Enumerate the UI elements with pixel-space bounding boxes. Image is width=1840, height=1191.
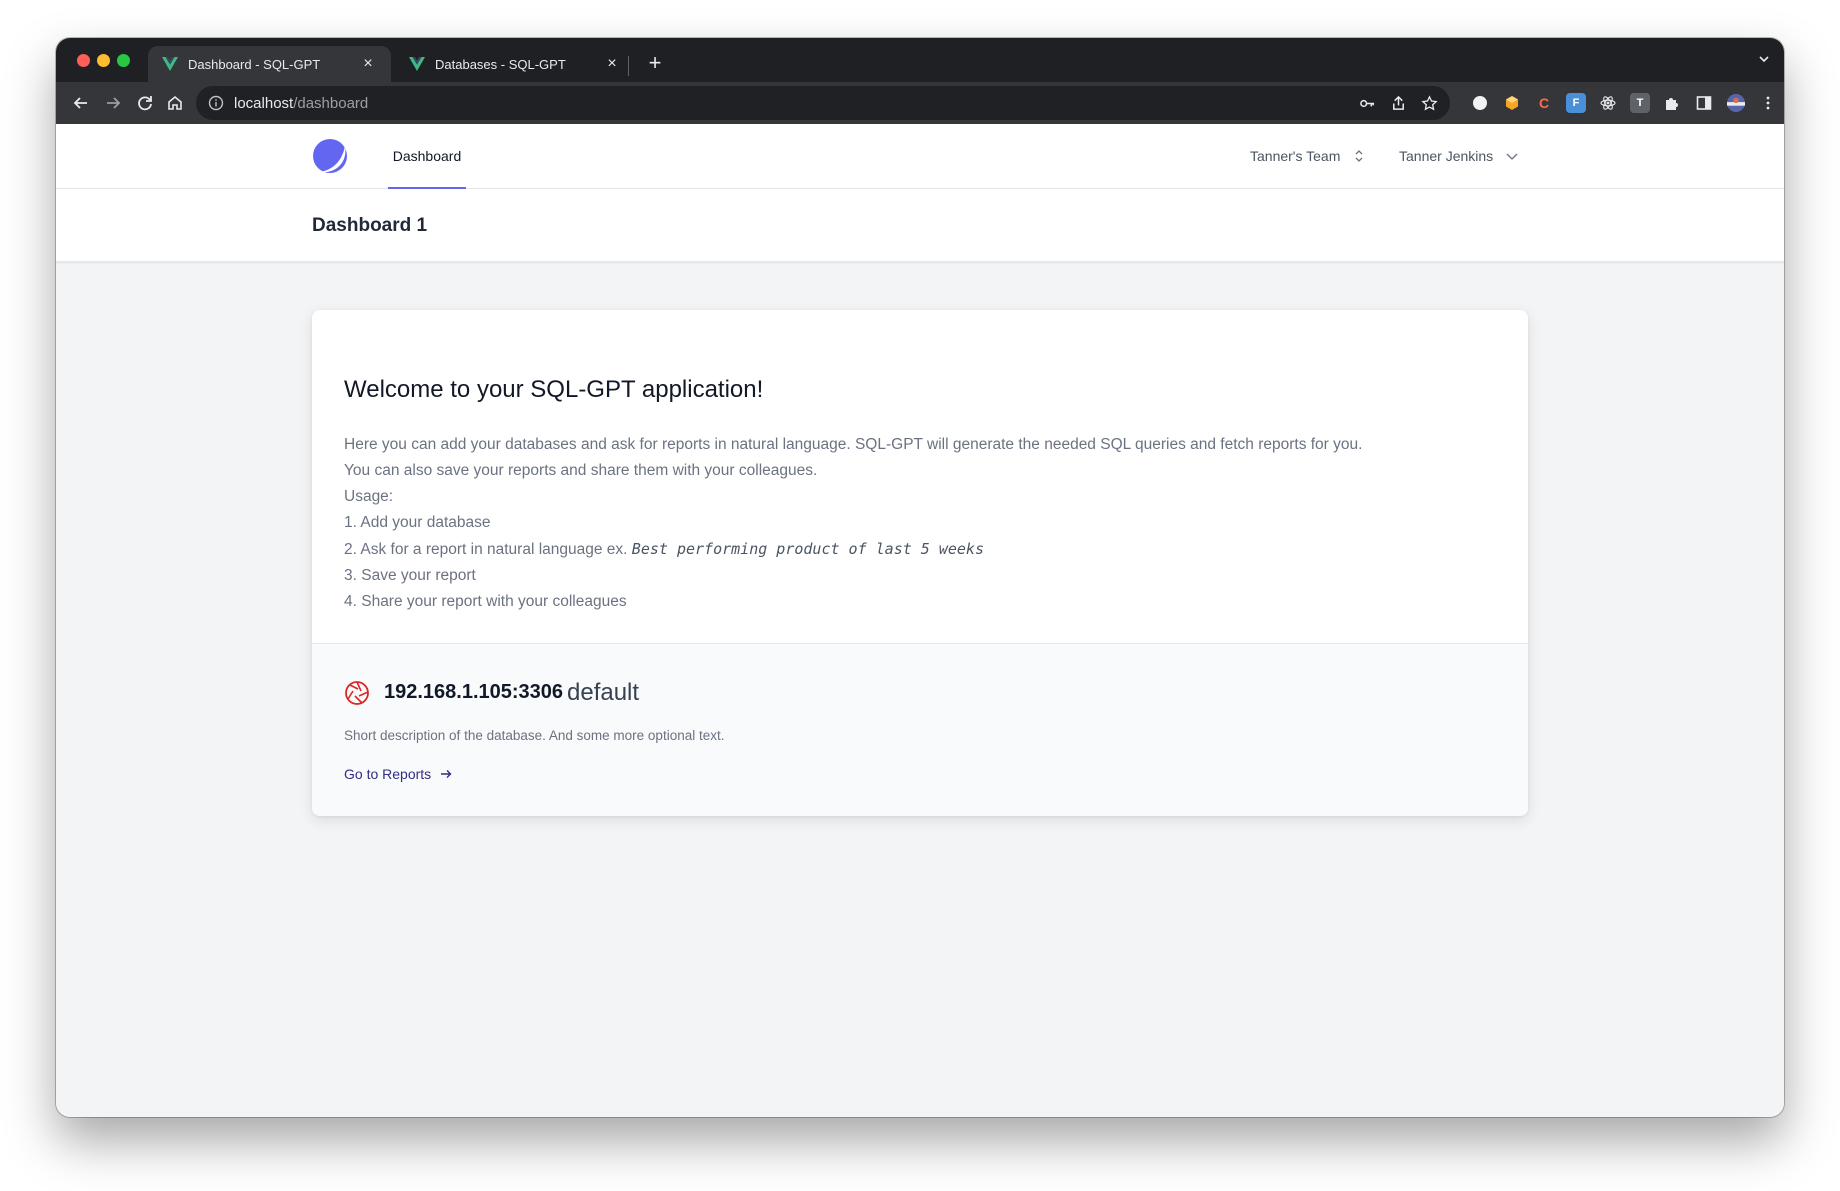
tab-search-button[interactable]: [1758, 52, 1770, 68]
share-icon[interactable]: [1390, 95, 1407, 112]
tab-title: Databases - SQL-GPT: [435, 56, 566, 72]
info-icon[interactable]: [208, 95, 224, 111]
chevron-down-icon: [1506, 153, 1518, 160]
address-bar-actions: [1359, 86, 1438, 120]
example-query: Best performing product of last 5 weeks: [631, 540, 984, 558]
nav-link-dashboard[interactable]: Dashboard: [388, 124, 466, 189]
url-path: /dashboard: [293, 94, 369, 112]
welcome-heading: Welcome to your SQL-GPT application!: [344, 376, 764, 403]
t-extension-icon[interactable]: T: [1630, 93, 1650, 113]
vue-logo-icon: [409, 57, 425, 71]
back-arrow-icon: [73, 97, 87, 109]
profile-avatar-icon[interactable]: [1726, 93, 1746, 113]
browser-tab-dashboard[interactable]: Dashboard - SQL-GPT ×: [148, 46, 391, 82]
usage-step-prefix: 2. Ask for a report in natural language …: [344, 541, 628, 558]
vue-logo-icon: [162, 57, 178, 71]
team-selector[interactable]: Tanner's Team: [1250, 148, 1366, 164]
app-logo-icon[interactable]: [312, 138, 348, 174]
database-description: Short description of the database. And s…: [344, 728, 725, 743]
tab-strip: Dashboard - SQL-GPT × Databases - SQL-GP…: [56, 38, 1784, 82]
browser-tab-databases[interactable]: Databases - SQL-GPT ×: [395, 46, 635, 82]
database-item: 192.168.1.105:3306 default Short descrip…: [312, 643, 1528, 816]
welcome-card: Welcome to your SQL-GPT application! Her…: [312, 310, 1528, 816]
tab-title: Dashboard - SQL-GPT: [188, 56, 321, 72]
go-to-reports-link[interactable]: Go to Reports: [344, 766, 453, 782]
intro-line: You can also save your reports and share…: [344, 462, 818, 479]
reload-button[interactable]: [132, 90, 158, 116]
close-tab-icon[interactable]: ×: [359, 55, 377, 73]
minimize-window-button[interactable]: [97, 54, 110, 67]
star-icon[interactable]: [1421, 94, 1438, 112]
circle-extension-icon[interactable]: [1470, 93, 1490, 113]
forward-button[interactable]: [100, 90, 126, 116]
browser-menu-icon[interactable]: [1758, 93, 1778, 113]
user-name: Tanner Jenkins: [1399, 148, 1494, 164]
user-menu[interactable]: Tanner Jenkins: [1399, 148, 1519, 164]
url-text: localhost/dashboard: [234, 95, 368, 112]
chevron-down-icon: [1759, 56, 1769, 63]
key-icon[interactable]: [1359, 95, 1376, 112]
address-bar[interactable]: localhost/dashboard: [196, 86, 1450, 120]
intro-text: Here you can add your databases and ask …: [344, 432, 1362, 615]
tab-separator: [628, 56, 629, 76]
database-host: 192.168.1.105:3306: [384, 681, 564, 703]
sidebar-toggle-icon[interactable]: [1694, 93, 1714, 113]
team-name: Tanner's Team: [1250, 148, 1341, 164]
maximize-window-button[interactable]: [117, 54, 130, 67]
usage-step: 1. Add your database: [344, 514, 491, 531]
browser-window: Dashboard - SQL-GPT × Databases - SQL-GP…: [56, 38, 1784, 1117]
close-tab-icon[interactable]: ×: [603, 55, 621, 73]
home-icon: [168, 95, 182, 110]
react-extension-icon[interactable]: [1598, 93, 1618, 113]
f-extension-icon[interactable]: F: [1566, 93, 1586, 113]
page-header: Dashboard 1: [56, 189, 1784, 262]
app-navbar: Dashboard Tanner's Team Tanner Jenkins: [56, 124, 1784, 189]
new-tab-button[interactable]: +: [641, 50, 669, 76]
package-extension-icon[interactable]: [1502, 93, 1522, 113]
intro-line: Here you can add your databases and ask …: [344, 436, 1363, 453]
usage-step: 4. Share your report with your colleague…: [344, 593, 627, 610]
home-button[interactable]: [162, 90, 188, 116]
extensions-bar: C F T: [1470, 93, 1778, 113]
usage-step: 2. Ask for a report in natural language …: [344, 536, 1362, 563]
forward-arrow-icon: [107, 97, 121, 109]
url-host: localhost: [234, 94, 294, 112]
arrow-right-icon: [441, 770, 452, 778]
reload-icon: [138, 96, 152, 111]
puzzle-icon[interactable]: [1662, 93, 1682, 113]
usage-step: 3. Save your report: [344, 567, 476, 584]
chevron-up-down-icon: [1355, 150, 1363, 162]
c-extension-icon[interactable]: C: [1534, 93, 1554, 113]
page-title: Dashboard 1: [312, 215, 428, 236]
database-aperture-icon: [345, 681, 369, 705]
usage-label: Usage:: [344, 488, 394, 505]
app-root: Dashboard Tanner's Team Tanner Jenkins D…: [56, 124, 1784, 1117]
browser-toolbar: localhost/dashboard C F T: [56, 82, 1784, 124]
database-name: default: [567, 679, 640, 706]
go-to-reports-label: Go to Reports: [344, 766, 432, 782]
back-button[interactable]: [68, 90, 94, 116]
close-window-button[interactable]: [77, 54, 90, 67]
